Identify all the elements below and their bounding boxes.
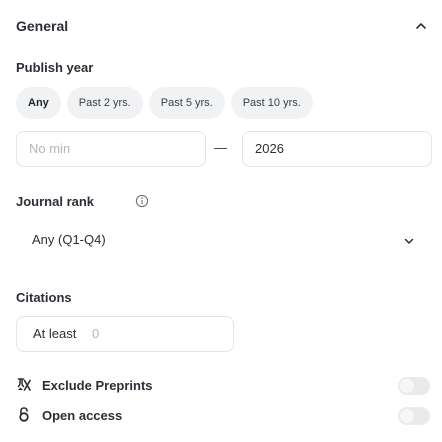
open-access-toggle[interactable] (398, 407, 430, 425)
chip-past-2-yrs[interactable]: Past 2 yrs. (66, 87, 143, 119)
info-icon[interactable] (135, 194, 149, 208)
general-section-title: General (16, 18, 69, 34)
publish-year-chips: Any Past 2 yrs. Past 5 yrs. Past 10 yrs. (16, 87, 313, 119)
citations-input[interactable]: At least 0 (16, 316, 234, 352)
journal-rank-selected: Any (Q1-Q4) (32, 232, 106, 247)
year-min-placeholder: No min (29, 141, 71, 156)
citations-label: Citations (16, 290, 72, 305)
year-max-value: 2026 (255, 141, 284, 156)
year-range-separator: — (214, 140, 227, 155)
year-max-input[interactable]: 2026 (242, 131, 432, 167)
chip-past-5-yrs[interactable]: Past 5 yrs. (148, 87, 225, 119)
journal-rank-select[interactable]: Any (Q1-Q4) (16, 223, 414, 259)
exclude-preprints-toggle[interactable] (398, 377, 430, 395)
chip-past-10-yrs[interactable]: Past 10 yrs. (230, 87, 313, 119)
chip-any[interactable]: Any (16, 87, 61, 119)
open-access-label: Open access (42, 408, 123, 423)
chevron-up-icon[interactable] (414, 19, 428, 33)
publish-year-label: Publish year (16, 60, 94, 75)
preprint-icon (17, 378, 31, 391)
year-min-input[interactable]: No min (16, 131, 206, 167)
exclude-preprints-label: Exclude Preprints (42, 378, 153, 393)
journal-rank-label: Journal rank (16, 194, 95, 209)
citations-placeholder: 0 (91, 326, 100, 341)
citations-prefix: At least (33, 326, 77, 341)
lock-open-icon (19, 407, 29, 422)
chevron-down-icon[interactable] (402, 234, 416, 248)
